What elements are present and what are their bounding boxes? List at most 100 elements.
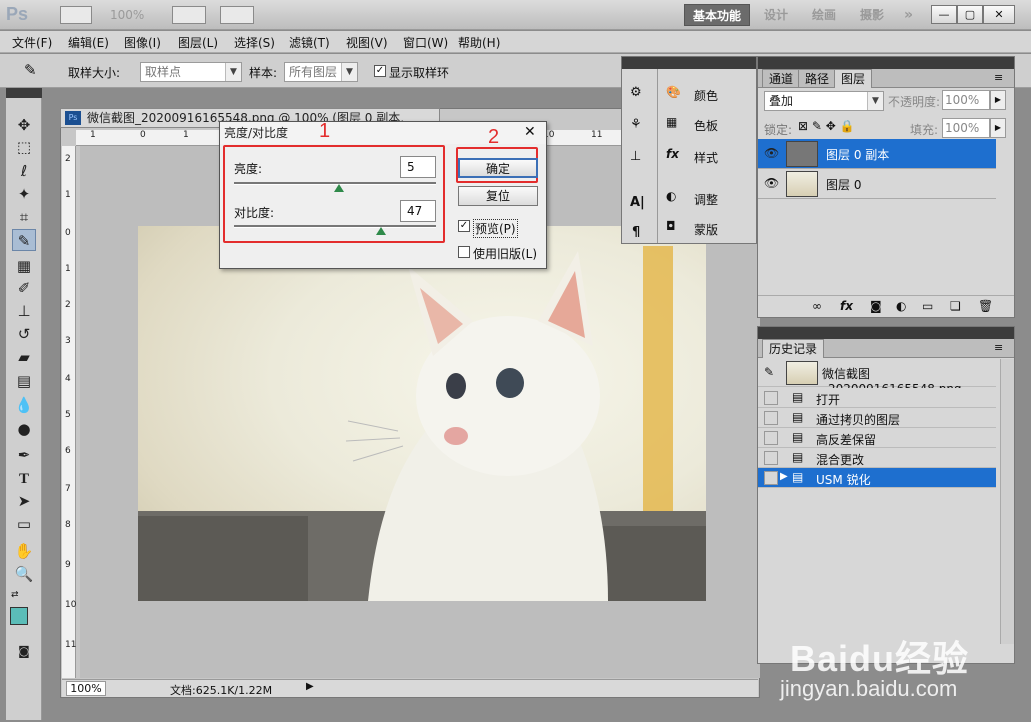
- reset-button[interactable]: 复位: [458, 186, 538, 206]
- cat-photo[interactable]: [138, 226, 706, 601]
- eye-icon[interactable]: 👁: [764, 176, 779, 190]
- fill-arrow-icon[interactable]: ▶: [990, 118, 1006, 138]
- add-mask-icon[interactable]: ◙: [870, 299, 882, 313]
- swatches-panel-icon[interactable]: ▦: [666, 115, 677, 129]
- history-step-current[interactable]: ▶ ▤ USM 锐化: [758, 468, 996, 488]
- pen-tool-icon[interactable]: ✒: [12, 444, 36, 466]
- lasso-tool-icon[interactable]: ℓ: [12, 160, 36, 182]
- new-layer-icon[interactable]: ❏: [950, 299, 961, 313]
- clone-source-icon[interactable]: ⚘: [630, 117, 642, 132]
- panel-menu-icon[interactable]: ≡: [994, 341, 1003, 354]
- history-source-box[interactable]: [764, 451, 778, 465]
- sample-select[interactable]: 所有图层 ▼: [284, 62, 358, 82]
- menu-layer[interactable]: 图层(L): [178, 34, 218, 51]
- tab-channels[interactable]: 通道: [762, 69, 801, 88]
- tab-history[interactable]: 历史记录: [762, 339, 825, 358]
- adjustment-layer-icon[interactable]: ◐: [896, 299, 906, 313]
- contrast-input[interactable]: 47: [400, 200, 436, 222]
- crop-tool-icon[interactable]: ⌗: [12, 206, 36, 228]
- eraser-tool-icon[interactable]: ▰: [12, 346, 36, 368]
- view-extras-icon[interactable]: [172, 6, 206, 24]
- foreground-color-swatch[interactable]: [10, 607, 28, 625]
- history-scrollbar[interactable]: [1000, 359, 1014, 644]
- history-step[interactable]: ▤ 通过拷贝的图层: [758, 408, 996, 428]
- tools-panel-header[interactable]: [6, 88, 42, 98]
- history-step[interactable]: ▤ 高反差保留: [758, 428, 996, 448]
- opacity-arrow-icon[interactable]: ▶: [990, 90, 1006, 110]
- link-layers-icon[interactable]: ∞: [812, 299, 822, 313]
- mini-item-color[interactable]: 颜色: [694, 87, 718, 104]
- blur-tool-icon[interactable]: 💧: [12, 394, 36, 416]
- mini-item-masks[interactable]: 蒙版: [694, 221, 718, 238]
- menu-image[interactable]: 图像(I): [124, 34, 161, 51]
- tool-presets-icon[interactable]: ⊥: [630, 149, 641, 164]
- layer-row[interactable]: 👁 图层 0 副本: [758, 139, 996, 169]
- ok-button[interactable]: 确定: [458, 158, 538, 178]
- history-source-box[interactable]: [764, 471, 778, 485]
- mini-item-adjustments[interactable]: 调整: [694, 191, 718, 208]
- adjustments-panel-icon[interactable]: ◐: [666, 189, 676, 203]
- menu-edit[interactable]: 编辑(E): [68, 34, 109, 51]
- menu-file[interactable]: 文件(F): [12, 34, 52, 51]
- menu-filter[interactable]: 滤镜(T): [289, 34, 330, 51]
- history-source-box[interactable]: [764, 391, 778, 405]
- history-step[interactable]: ▤ 打开: [758, 388, 996, 408]
- dodge-tool-icon[interactable]: ●: [12, 418, 36, 440]
- workspace-photography[interactable]: 摄影: [852, 4, 892, 26]
- paragraph-icon[interactable]: ¶: [632, 225, 640, 240]
- menu-select[interactable]: 选择(S): [234, 34, 275, 51]
- panel-menu-icon[interactable]: ≡: [994, 71, 1003, 84]
- status-arrow-icon[interactable]: ▶: [306, 681, 314, 692]
- quick-mask-icon[interactable]: ◙: [12, 640, 36, 662]
- tab-paths[interactable]: 路径: [798, 69, 837, 88]
- workspace-essentials[interactable]: 基本功能: [684, 4, 751, 26]
- masks-panel-icon[interactable]: ◘: [666, 219, 676, 233]
- eye-icon[interactable]: 👁: [764, 146, 779, 160]
- layer-row[interactable]: 👁 图层 0: [758, 169, 996, 199]
- contrast-slider[interactable]: [234, 225, 436, 228]
- history-panel-header[interactable]: [758, 327, 1014, 339]
- blend-mode-select[interactable]: 叠加 ▼: [764, 91, 884, 111]
- brightness-input[interactable]: 5: [400, 156, 436, 178]
- brush-presets-icon[interactable]: ⚙: [630, 85, 642, 100]
- sample-size-select[interactable]: 取样点 ▼: [140, 62, 242, 82]
- maximize-button[interactable]: ▢: [957, 5, 983, 24]
- menu-window[interactable]: 窗口(W): [403, 34, 448, 51]
- history-source-box[interactable]: [764, 411, 778, 425]
- vertical-ruler[interactable]: 2 1 0 1 2 3 4 5 6 7 8 9 10 11: [62, 146, 76, 678]
- close-app-button[interactable]: ✕: [983, 5, 1015, 24]
- move-tool-icon[interactable]: ✥: [12, 114, 36, 136]
- zoom-tool-icon[interactable]: 🔍: [12, 563, 36, 585]
- minimize-button[interactable]: —: [931, 5, 957, 24]
- mini-panel-header[interactable]: [622, 57, 756, 69]
- history-source-box[interactable]: [764, 431, 778, 445]
- stamp-tool-icon[interactable]: ⊥: [12, 300, 36, 322]
- history-step[interactable]: ▤ 混合更改: [758, 448, 996, 468]
- color-panel-icon[interactable]: 🎨: [666, 85, 681, 99]
- workspace-design[interactable]: 设计: [756, 4, 796, 26]
- layer-style-icon[interactable]: fx: [840, 299, 853, 313]
- history-snapshot[interactable]: ✎ 微信截图_20200916165548.png: [758, 359, 996, 396]
- new-group-icon[interactable]: ▭: [922, 299, 933, 313]
- path-select-icon[interactable]: ➤: [12, 490, 36, 512]
- quick-select-tool-icon[interactable]: ✦: [12, 183, 36, 205]
- eyedropper-icon[interactable]: ✎: [24, 61, 37, 79]
- zoom-level[interactable]: 100%: [110, 8, 144, 22]
- trash-icon[interactable]: 🗑: [978, 299, 993, 313]
- status-zoom[interactable]: 100%: [66, 681, 106, 696]
- mini-item-swatches[interactable]: 色板: [694, 117, 718, 134]
- brightness-slider-thumb[interactable]: [334, 184, 345, 192]
- close-icon[interactable]: ✕: [524, 124, 536, 140]
- lock-icons[interactable]: ⊠ ✎ ✥ 🔒: [798, 119, 855, 133]
- gradient-tool-icon[interactable]: ▤: [12, 370, 36, 392]
- workspace-painting[interactable]: 绘画: [804, 4, 844, 26]
- brush-tool-icon[interactable]: ✐: [12, 277, 36, 299]
- menu-view[interactable]: 视图(V): [346, 34, 388, 51]
- bridge-icon[interactable]: [60, 6, 92, 24]
- eyedropper-tool-icon[interactable]: ✎: [12, 229, 36, 251]
- swap-colors-icon[interactable]: ⇄: [11, 590, 19, 600]
- healing-tool-icon[interactable]: ▦: [12, 255, 36, 277]
- arrange-documents-icon[interactable]: [220, 6, 254, 24]
- history-brush-icon[interactable]: ↺: [12, 323, 36, 345]
- hand-tool-icon[interactable]: ✋: [12, 540, 36, 562]
